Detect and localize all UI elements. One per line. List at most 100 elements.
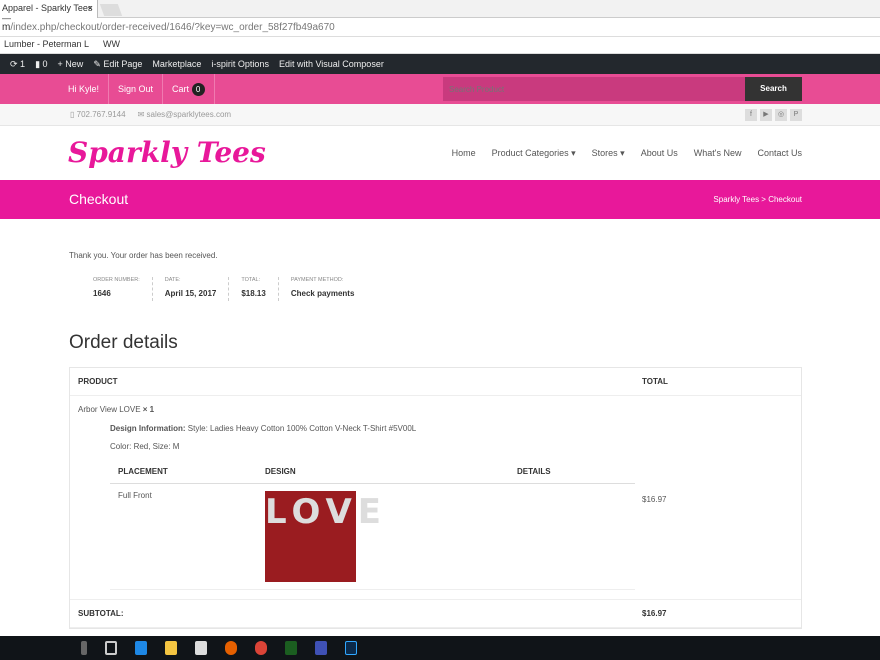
main-content: Thank you. Your order has been received.… (0, 219, 880, 629)
new-tab-button[interactable] (99, 4, 123, 16)
col-design: Design (265, 467, 296, 476)
meta-value: $18.13 (241, 289, 266, 298)
table-header: Product Total (70, 368, 801, 396)
chrome-icon[interactable] (255, 641, 267, 655)
meta-label: Order number: (93, 277, 140, 283)
wp-admin-bar: ⟳ 1 ▮ 0 + New ✎ Edit Page Marketplace i-… (0, 54, 880, 74)
url-path: /index.php/checkout/order-received/1646/… (10, 22, 335, 33)
col-total: Total (642, 377, 668, 386)
subtotal-row: Subtotal: $16.97 (70, 600, 801, 628)
search-input[interactable] (443, 77, 745, 101)
comments-count: 0 (42, 58, 48, 69)
cart-count-badge: 0 (191, 83, 205, 96)
refresh-icon: ⟳ (10, 58, 21, 69)
cart-link[interactable]: Cart 0 (163, 74, 215, 104)
main-nav: Home Product Categories ▾ Stores ▾ About… (452, 148, 802, 159)
greeting-link[interactable]: Hi Kyle! (59, 74, 110, 104)
instagram-icon[interactable]: ◎ (775, 109, 787, 121)
comments-link[interactable]: ▮ 0 (35, 59, 47, 70)
contact-bar: ▯ 702.767.9144 ✉ sales@sparklytees.com f… (0, 104, 880, 126)
item-total: $16.97 (642, 495, 667, 504)
ispirit-options-link[interactable]: i-spirit Options (211, 59, 269, 69)
table-row: Arbor View LOVE × 1 Design Information: … (70, 396, 801, 600)
edge-icon[interactable] (135, 641, 147, 655)
subtotal-value: $16.97 (642, 609, 667, 618)
col-product: Product (78, 377, 118, 386)
visual-composer-link[interactable]: Edit with Visual Composer (279, 59, 384, 69)
breadcrumb[interactable]: Sparkly Tees > Checkout (713, 195, 802, 204)
nav-contact-us[interactable]: Contact Us (757, 148, 802, 159)
photoshop-icon[interactable] (345, 641, 357, 655)
updates-link[interactable]: ⟳ 1 (10, 59, 25, 70)
item-name[interactable]: Arbor View LOVE (78, 405, 141, 414)
top-bar: Hi Kyle! Sign Out Cart 0 Search (0, 74, 880, 104)
phone-info: ▯ 702.767.9144 (70, 110, 126, 119)
meta-value: 1646 (93, 289, 111, 298)
comment-icon: ▮ (35, 58, 43, 69)
app-s-icon[interactable] (285, 641, 297, 655)
address-bar[interactable]: m/index.php/checkout/order-received/1646… (0, 18, 880, 37)
nav-stores[interactable]: Stores ▾ (592, 148, 625, 159)
email-address: sales@sparklytees.com (146, 110, 232, 119)
order-details-table: Product Total Arbor View LOVE × 1 Design … (69, 367, 802, 629)
facebook-icon[interactable]: f (745, 109, 757, 121)
mail-icon: ✉ (137, 110, 147, 119)
order-overview: Order number: 1646 Date: April 15, 2017 To… (93, 277, 811, 301)
nav-whats-new[interactable]: What's New (694, 148, 742, 159)
subtotal-label: Subtotal: (78, 609, 124, 618)
file-explorer-icon[interactable] (165, 641, 177, 655)
new-link[interactable]: + New (58, 59, 84, 69)
meta-value: April 15, 2017 (164, 289, 217, 298)
nav-product-categories[interactable]: Product Categories ▾ (492, 148, 576, 159)
col-placement: Placement (118, 467, 168, 476)
microphone-icon[interactable] (81, 641, 87, 655)
sign-out-link[interactable]: Sign Out (109, 74, 164, 104)
remote-desktop-icon[interactable] (315, 641, 327, 655)
search-button[interactable]: Search (745, 77, 802, 101)
nav-home[interactable]: Home (452, 148, 476, 159)
tab-close-icon[interactable]: × (88, 3, 93, 13)
phone-icon: ▯ (70, 110, 77, 119)
store-icon[interactable] (195, 641, 207, 655)
placement-value: Full Front (118, 491, 152, 500)
youtube-icon[interactable]: ▶ (760, 109, 772, 121)
edit-page-link[interactable]: ✎ Edit Page (93, 59, 142, 70)
color-size: Color: Red, Size: M (110, 442, 180, 451)
nav-about-us[interactable]: About Us (641, 148, 678, 159)
page-banner: Checkout Sparkly Tees > Checkout (0, 180, 880, 219)
order-received-message: Thank you. Your order has been received. (69, 251, 218, 260)
bookmark-ww[interactable]: WW (103, 39, 120, 51)
payment-method: Payment method: Check payments (277, 277, 367, 301)
order-details-heading: Order details (69, 332, 178, 353)
new-label: New (65, 59, 84, 69)
design-row: Full Front LOVE (110, 484, 635, 590)
email-info[interactable]: ✉ sales@sparklytees.com (138, 110, 232, 119)
bookmark-lumber[interactable]: Lumber - Peterman L (4, 39, 89, 51)
order-date: Date: April 15, 2017 (151, 277, 229, 301)
browser-tab[interactable]: Apparel - Sparkly Tees — × (0, 0, 98, 23)
updates-count: 1 (20, 58, 26, 69)
phone-number: 702.767.9144 (76, 110, 126, 119)
site-logo[interactable]: Sparkly Tees (68, 136, 266, 169)
meta-label: Total: (241, 277, 261, 283)
design-image: LOVE (265, 491, 381, 582)
pinterest-icon[interactable]: P (790, 109, 802, 121)
order-total: Total: $18.13 (228, 277, 277, 301)
item-qty: × 1 (142, 405, 155, 414)
col-details: Details (517, 467, 551, 476)
windows-taskbar (0, 636, 880, 660)
design-value: Style: Ladies Heavy Cotton 100% Cotton V… (187, 424, 417, 433)
cart-label: Cart (172, 84, 190, 94)
firefox-icon[interactable] (225, 641, 237, 655)
page-title: Checkout (69, 191, 129, 207)
edit-page-label: Edit Page (103, 58, 143, 69)
meta-value: Check payments (290, 289, 355, 298)
marketplace-link[interactable]: Marketplace (152, 59, 201, 69)
meta-label: Payment method: (290, 277, 344, 283)
design-info: Design Information: Style: Ladies Heavy … (110, 424, 635, 590)
task-view-icon[interactable] (105, 641, 117, 655)
bookmarks-bar: Lumber - Peterman L WW (0, 37, 880, 54)
social-links: f ▶ ◎ P (745, 109, 802, 121)
site-header: Sparkly Tees Home Product Categories ▾ S… (0, 126, 880, 180)
design-table-header: Placement Design Details (110, 460, 635, 484)
